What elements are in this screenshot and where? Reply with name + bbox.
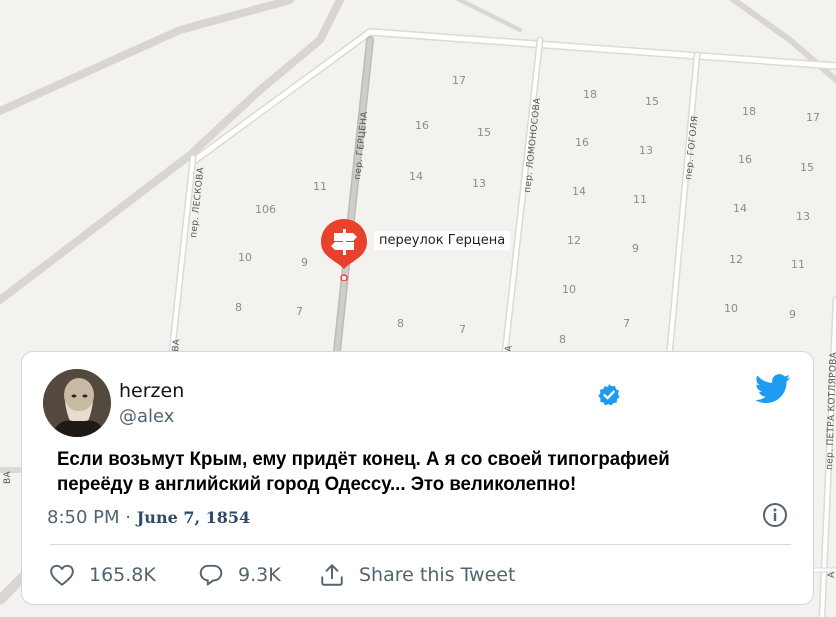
house-number: 10 — [562, 283, 576, 296]
house-number: 8 — [235, 301, 242, 314]
house-number: 7 — [459, 323, 466, 336]
tweet-time: 8:50 PM — [47, 507, 120, 528]
user-handle[interactable]: @alex — [119, 406, 174, 427]
reply-button[interactable]: 9.3K — [198, 562, 281, 588]
street-label-cut: ВА — [3, 471, 13, 484]
tweet-text: Если возьмут Крым, ему придёт конец. А я… — [57, 447, 743, 497]
like-button[interactable]: 165.8K — [49, 562, 156, 588]
map-pin[interactable] — [321, 219, 367, 281]
house-number: 7 — [296, 305, 303, 318]
house-number: 15 — [477, 126, 491, 139]
display-name[interactable]: herzen — [119, 380, 184, 402]
house-number: 13 — [796, 210, 810, 223]
avatar[interactable] — [43, 369, 111, 437]
house-number: 13 — [472, 177, 486, 190]
timestamp-separator: · — [125, 507, 131, 528]
tweet-text-line: Если возьмут Крым, ему придёт конец. А я… — [57, 449, 670, 470]
pin-point — [340, 274, 348, 281]
poi-label[interactable]: переулок Герцена — [374, 231, 511, 250]
house-number: 17 — [806, 111, 820, 124]
house-number: 12 — [567, 234, 581, 247]
heart-icon — [50, 564, 74, 586]
house-number: 15 — [645, 95, 659, 108]
house-number: 11 — [791, 258, 805, 271]
house-number: 16 — [575, 136, 589, 149]
house-number: 18 — [742, 105, 756, 118]
share-button[interactable]: Share this Tweet — [319, 562, 515, 588]
house-number: 17 — [452, 74, 466, 87]
house-number: 10 — [238, 251, 252, 264]
divider — [50, 544, 791, 545]
house-number: 11 — [313, 180, 327, 193]
house-number: 106 — [255, 203, 276, 216]
house-number: 8 — [397, 317, 404, 330]
twitter-bird-icon[interactable] — [755, 374, 791, 404]
house-number: 12 — [729, 253, 743, 266]
house-number: 8 — [559, 333, 566, 346]
house-number: 13 — [639, 144, 653, 157]
like-count: 165.8K — [89, 564, 156, 586]
house-number: 15 — [800, 161, 814, 174]
house-number: 9 — [632, 242, 639, 255]
share-label: Share this Tweet — [359, 564, 516, 586]
house-number: 16 — [415, 119, 429, 132]
tweet-timestamp[interactable]: 8:50 PM · June 7, 1854 — [47, 507, 250, 528]
house-number: 9 — [789, 308, 796, 321]
reply-count: 9.3K — [238, 564, 281, 586]
tweet-date: June 7, 1854 — [136, 508, 251, 527]
info-icon[interactable] — [762, 502, 788, 528]
reply-bubble-icon — [199, 564, 223, 586]
house-number: 14 — [733, 202, 747, 215]
house-number: 7 — [623, 317, 630, 330]
tweet-text-line: переёду в английский город Одессу... Это… — [57, 474, 577, 495]
street-label-cut: А — [827, 571, 836, 578]
house-number: 14 — [572, 185, 586, 198]
house-number: 9 — [301, 256, 308, 269]
portrait-image — [43, 369, 111, 437]
share-icon — [321, 564, 343, 586]
house-number: 11 — [633, 193, 647, 206]
verified-badge-icon — [598, 384, 620, 406]
house-number: 10 — [724, 302, 738, 315]
house-number: 18 — [583, 88, 597, 101]
house-number: 14 — [409, 170, 423, 183]
house-number: 16 — [738, 153, 752, 166]
tweet-card: herzen @alex Если возьмут Крым, ему прид… — [21, 351, 814, 605]
